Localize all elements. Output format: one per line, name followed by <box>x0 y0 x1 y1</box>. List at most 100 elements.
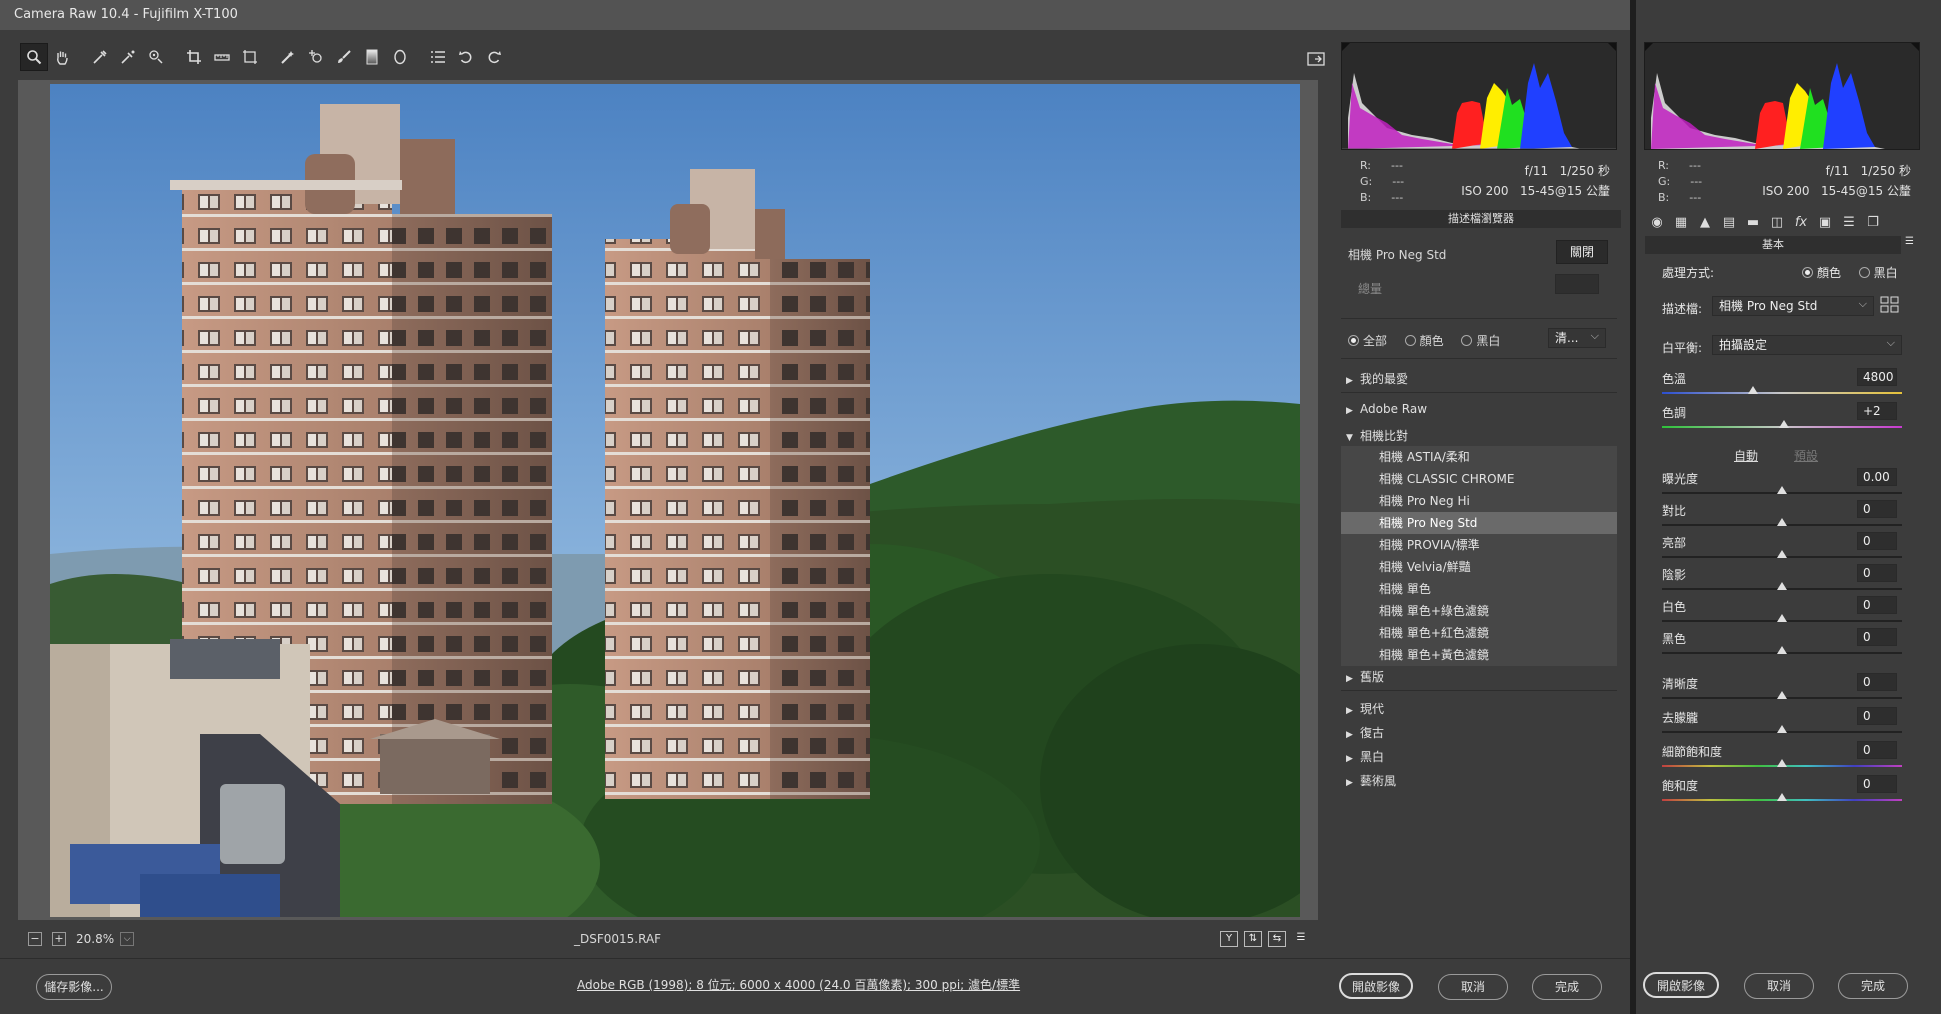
before-after-swap-icon[interactable]: ⇆ <box>1268 931 1286 947</box>
slider-handle[interactable] <box>1777 759 1787 767</box>
profile-view-dropdown[interactable]: 清... <box>1548 327 1606 348</box>
camera-profile-item[interactable]: 相機 單色 <box>1341 578 1617 600</box>
camera-profile-item[interactable]: 相機 單色+黃色濾鏡 <box>1341 644 1617 666</box>
zoom-dropdown[interactable]: ⌵ <box>120 932 135 946</box>
basic-tab-icon[interactable]: ◉ <box>1648 214 1666 232</box>
camera-profile-item[interactable]: 相機 ASTIA/柔和 <box>1341 446 1617 468</box>
zoom-in-button[interactable]: + <box>52 932 66 946</box>
snapshots-tab-icon[interactable]: ❐ <box>1864 214 1882 232</box>
red-eye-icon[interactable] <box>302 43 330 71</box>
slider-handle[interactable] <box>1748 386 1759 394</box>
amount-field[interactable] <box>1555 274 1599 294</box>
hand-icon[interactable] <box>48 43 76 71</box>
cancel-button-2[interactable]: 取消 <box>1744 973 1814 999</box>
open-image-button[interactable]: 開啟影像 <box>1339 973 1413 999</box>
slider-track[interactable] <box>1662 392 1902 394</box>
before-after-cycle-icon[interactable]: ⇅ <box>1244 931 1262 947</box>
detail-tab-icon[interactable]: ▲ <box>1696 214 1714 232</box>
save-image-button[interactable]: 儲存影像... <box>36 974 112 1000</box>
slider-handle[interactable] <box>1777 646 1787 654</box>
slider-handle[interactable] <box>1777 582 1787 590</box>
slider-value-field[interactable]: 0.00 <box>1857 468 1897 486</box>
straighten-icon[interactable] <box>208 43 236 71</box>
slider-value-field[interactable]: 0 <box>1857 628 1897 646</box>
camera-profile-item[interactable]: 相機 Velvia/鮮豔 <box>1341 556 1617 578</box>
slider-handle[interactable] <box>1779 420 1790 428</box>
profile-group[interactable]: ▶ 復古 <box>1346 724 1616 741</box>
preview-image[interactable] <box>50 84 1300 917</box>
slider-handle[interactable] <box>1777 518 1787 526</box>
camera-profile-item[interactable]: 相機 單色+紅色濾鏡 <box>1341 622 1617 644</box>
hsl-tab-icon[interactable]: ▤ <box>1720 214 1738 232</box>
lens-corrections-tab-icon[interactable]: ◫ <box>1768 214 1786 232</box>
adjustment-brush-icon[interactable] <box>330 43 358 71</box>
target-adjust-icon[interactable] <box>142 43 170 71</box>
before-after-settings-icon[interactable]: ☰ <box>1292 931 1310 947</box>
group-adobe-raw[interactable]: ▶ Adobe Raw <box>1346 402 1616 416</box>
close-profile-browser-button[interactable]: 關閉 <box>1556 240 1608 264</box>
slider-handle[interactable] <box>1777 725 1787 733</box>
white-balance-dropdown[interactable]: 拍攝設定 <box>1712 334 1902 355</box>
calibration-tab-icon[interactable]: ▣ <box>1816 214 1834 232</box>
white-balance-icon[interactable] <box>86 43 114 71</box>
cancel-button[interactable]: 取消 <box>1438 974 1508 1000</box>
slider-handle[interactable] <box>1777 486 1787 494</box>
graduated-filter-icon[interactable] <box>358 43 386 71</box>
workflow-options-link[interactable]: Adobe RGB (1998); 8 位元; 6000 x 4000 (24.… <box>577 976 1020 993</box>
profile-group[interactable]: ▶ 黑白 <box>1346 748 1616 765</box>
default-tone-link[interactable]: 預設 <box>1794 447 1818 464</box>
slider-value-field[interactable]: 0 <box>1857 596 1897 614</box>
camera-profile-item[interactable]: 相機 單色+綠色濾鏡 <box>1341 600 1617 622</box>
slider-value-field[interactable]: 0 <box>1857 673 1897 691</box>
spot-removal-icon[interactable] <box>274 43 302 71</box>
slider-value-field[interactable]: 0 <box>1857 707 1897 725</box>
auto-tone-link[interactable]: 自動 <box>1734 447 1758 464</box>
zoom-icon[interactable] <box>20 43 48 71</box>
panel-menu-icon[interactable]: ☰ <box>1905 236 1914 247</box>
slider-handle[interactable] <box>1777 793 1787 801</box>
profile-browser-grid-icon[interactable] <box>1880 296 1900 317</box>
profile-dropdown[interactable]: 相機 Pro Neg Std <box>1712 295 1874 316</box>
camera-profile-item[interactable]: 相機 Pro Neg Hi <box>1341 490 1617 512</box>
profile-group[interactable]: ▶ 現代 <box>1346 700 1616 717</box>
presets-tab-icon[interactable]: ☰ <box>1840 214 1858 232</box>
split-toning-tab-icon[interactable]: ▬ <box>1744 214 1762 232</box>
profile-group[interactable]: ▶ 舊版 <box>1346 668 1616 685</box>
zoom-out-button[interactable]: − <box>28 932 42 946</box>
group-favorites[interactable]: ▶ 我的最愛 <box>1346 370 1616 387</box>
color-sampler-icon[interactable] <box>114 43 142 71</box>
transform-icon[interactable] <box>236 43 264 71</box>
tone-curve-tab-icon[interactable]: ▦ <box>1672 214 1690 232</box>
effects-tab-icon[interactable]: fx <box>1792 214 1810 232</box>
slider-value-field[interactable]: 4800 <box>1857 368 1897 386</box>
filter-color-radio[interactable] <box>1404 335 1416 346</box>
filter-bw-radio[interactable] <box>1461 335 1473 346</box>
radial-filter-icon[interactable] <box>386 43 414 71</box>
treatment-bw-radio[interactable] <box>1858 267 1870 278</box>
slider-value-field[interactable]: 0 <box>1857 532 1897 550</box>
slider-value-field[interactable]: 0 <box>1857 500 1897 518</box>
done-button-2[interactable]: 完成 <box>1838 973 1908 999</box>
slider-value-field[interactable]: +2 <box>1857 402 1897 420</box>
open-image-button-2[interactable]: 開啟影像 <box>1643 972 1719 998</box>
done-button[interactable]: 完成 <box>1532 974 1602 1000</box>
before-after-y-icon[interactable]: Y <box>1220 931 1238 947</box>
rotate-right-icon[interactable] <box>480 43 508 71</box>
slider-value-field[interactable]: 0 <box>1857 741 1897 759</box>
slider-handle[interactable] <box>1777 614 1787 622</box>
camera-profile-item[interactable]: 相機 PROVIA/標準 <box>1341 534 1617 556</box>
group-camera-matching[interactable]: ▼ 相機比對 <box>1346 427 1616 444</box>
crop-icon[interactable] <box>180 43 208 71</box>
slider-value-field[interactable]: 0 <box>1857 775 1897 793</box>
rotate-left-icon[interactable] <box>452 43 480 71</box>
slider-handle[interactable] <box>1777 550 1787 558</box>
slider-handle[interactable] <box>1777 691 1787 699</box>
fullscreen-toggle-icon[interactable] <box>1305 48 1327 70</box>
slider-value-field[interactable]: 0 <box>1857 564 1897 582</box>
treatment-color-radio[interactable] <box>1802 267 1813 278</box>
camera-profile-item[interactable]: 相機 Pro Neg Std <box>1341 512 1617 534</box>
camera-profile-item[interactable]: 相機 CLASSIC CHROME <box>1341 468 1617 490</box>
preferences-icon[interactable] <box>424 43 452 71</box>
profile-group[interactable]: ▶ 藝術風 <box>1346 772 1616 789</box>
filter-all-radio[interactable] <box>1348 335 1359 346</box>
